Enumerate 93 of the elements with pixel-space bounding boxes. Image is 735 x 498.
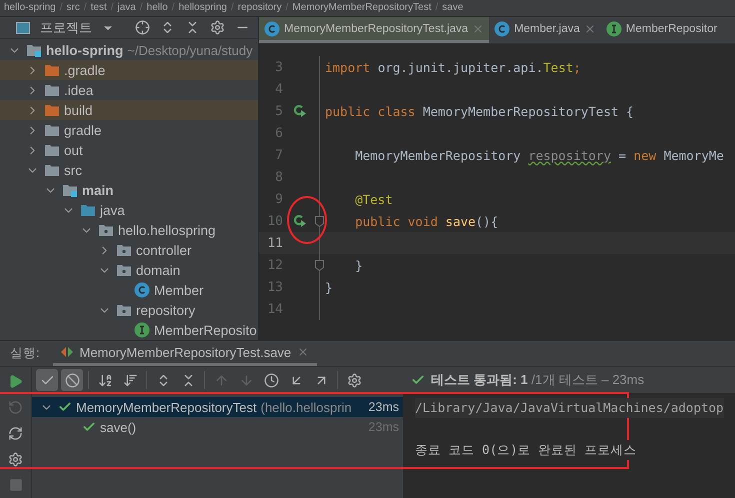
breadcrumb-item[interactable]: MemoryMemberRepositoryTest xyxy=(292,0,432,16)
test-name: save() xyxy=(100,420,136,434)
package-folder-icon xyxy=(116,303,132,317)
editor-tab[interactable]: MemberRepositor xyxy=(600,17,722,43)
panel-title[interactable]: 프로젝트 xyxy=(40,18,92,36)
test-package: (hello.hellosprin xyxy=(260,400,352,414)
breadcrumb-item[interactable]: hellospring xyxy=(178,0,227,16)
run-test-icon[interactable] xyxy=(293,104,307,118)
code-line: @Test xyxy=(354,192,393,206)
project-tree-item[interactable]: controller xyxy=(0,240,258,260)
breadcrumb-separator: / xyxy=(60,1,62,15)
module-folder-icon xyxy=(26,43,42,57)
project-tree-item[interactable]: gradle xyxy=(0,120,258,140)
line-number: 9 xyxy=(274,192,283,206)
code-line: import org.junit.jupiter.api.Test; xyxy=(325,60,581,74)
line-number: 11 xyxy=(266,236,283,250)
code-line: public void save(){ xyxy=(354,214,498,228)
folder-icon xyxy=(44,143,60,157)
folder-icon xyxy=(44,123,60,137)
breadcrumb-separator: / xyxy=(230,1,234,15)
project-tree-item[interactable]: domain xyxy=(0,260,258,280)
line-number: 7 xyxy=(274,148,283,162)
project-tree-item[interactable]: Member xyxy=(0,280,258,300)
editor-tab[interactable]: MemoryMemberRepositoryTest.java xyxy=(259,17,490,43)
fold-marker-icon[interactable] xyxy=(315,216,324,226)
check-icon[interactable] xyxy=(36,369,58,391)
line-number: 8 xyxy=(274,170,283,184)
editor-tab[interactable]: Member.java xyxy=(489,17,601,43)
project-tree-item[interactable]: src xyxy=(0,160,258,180)
project-tree-item[interactable]: repository xyxy=(0,300,258,320)
window-icon xyxy=(16,22,30,34)
line-number: 14 xyxy=(266,302,283,316)
breadcrumb-separator: / xyxy=(84,1,87,15)
code-line: public class MemoryMemberRepositoryTest { xyxy=(325,104,634,118)
project-tree-item[interactable]: hello.hellospring xyxy=(0,220,258,240)
project-tree-item[interactable]: .gradle xyxy=(0,60,258,80)
breadcrumb-separator: / xyxy=(435,1,438,15)
breadcrumb-item[interactable]: hello xyxy=(146,0,168,16)
project-tree-item[interactable]: hello-spring ~/Desktop/yuna/study xyxy=(0,40,258,60)
project-tree-item[interactable]: out xyxy=(0,140,258,160)
project-tree-item[interactable]: MemberReposito xyxy=(0,320,258,340)
code-line: MemoryMemberRepository respository = new MemoryMe xyxy=(354,148,724,162)
breadcrumb-item[interactable]: repository xyxy=(238,0,282,16)
class-icon xyxy=(134,282,150,298)
line-number: 10 xyxy=(266,214,283,228)
project-tree-item[interactable]: build xyxy=(0,100,258,120)
ban-icon[interactable] xyxy=(61,369,83,391)
crosshair-icon[interactable] xyxy=(135,20,150,35)
test-duration: 23ms xyxy=(368,400,400,414)
project-tree-item[interactable]: .idea xyxy=(0,80,258,100)
breadcrumb-item[interactable]: test xyxy=(90,0,107,16)
line-number: 4 xyxy=(274,82,283,96)
breadcrumb-item[interactable]: src xyxy=(66,0,80,16)
breadcrumb-item[interactable]: save xyxy=(442,0,464,16)
run-config-icon xyxy=(61,347,74,357)
line-number: 12 xyxy=(266,258,283,272)
test-name: MemoryMemberRepositoryTest xyxy=(76,400,257,414)
line-number: 5 xyxy=(274,104,283,118)
breadcrumb-item[interactable]: hello-spring xyxy=(4,0,56,16)
code-line: } xyxy=(354,258,363,272)
breadcrumb-separator: / xyxy=(286,1,288,15)
test-tree-item[interactable]: MemoryMemberRepositoryTest (hello.hellosprin 23ms xyxy=(32,397,403,417)
folder-icon xyxy=(44,163,60,177)
class-icon xyxy=(264,20,280,36)
run-test-icon[interactable] xyxy=(293,214,307,228)
folder-icon xyxy=(44,63,60,77)
path-hint: ~/Desktop/yuna/study xyxy=(127,42,253,58)
check-icon xyxy=(411,373,425,387)
line-number: 13 xyxy=(266,280,283,294)
interface-icon xyxy=(606,20,622,36)
breadcrumb-separator: / xyxy=(140,1,143,15)
project-tree-item[interactable]: java xyxy=(0,200,258,220)
interface-icon xyxy=(134,322,150,338)
folder-icon xyxy=(44,103,60,117)
package-folder-icon xyxy=(116,263,132,277)
package-folder-icon xyxy=(116,243,132,257)
fold-marker-icon[interactable] xyxy=(315,260,324,270)
line-number: 3 xyxy=(274,60,283,74)
class-icon xyxy=(494,20,510,36)
breadcrumb-separator: / xyxy=(110,1,114,15)
project-tree-item[interactable]: main xyxy=(0,180,258,200)
line-number: 6 xyxy=(274,126,283,140)
settings-icon[interactable] xyxy=(210,20,225,35)
breadcrumb-item[interactable]: java xyxy=(118,0,136,16)
run-label: 실행: xyxy=(10,345,40,362)
folder-icon xyxy=(80,203,96,217)
breadcrumb-separator: / xyxy=(172,1,175,15)
run-tab[interactable]: MemoryMemberRepositoryTest.save xyxy=(53,341,318,366)
module-folder-icon xyxy=(62,183,78,197)
code-line: } xyxy=(325,280,333,294)
folder-icon xyxy=(44,83,60,97)
test-status: 테스트 통과됨: 1 /1개 테스트 – 23ms xyxy=(431,371,644,389)
package-folder-icon xyxy=(98,223,114,237)
